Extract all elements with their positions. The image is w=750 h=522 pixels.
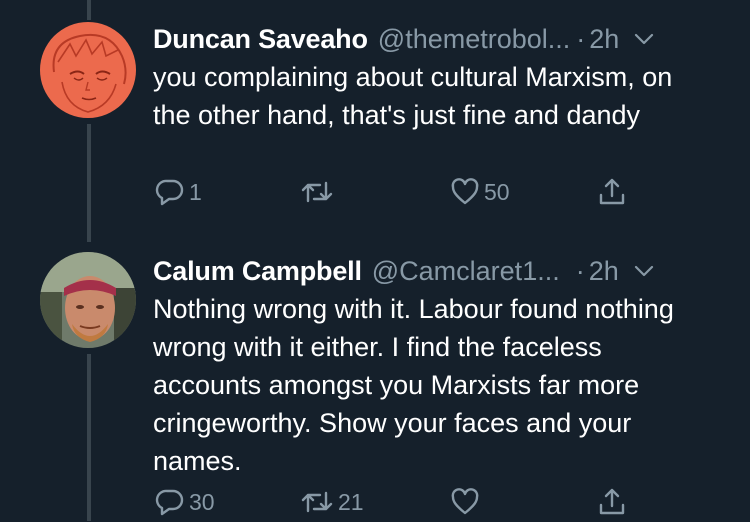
heart-icon (450, 487, 480, 517)
anime-sketch-avatar (40, 22, 136, 118)
separator: · (576, 23, 586, 54)
chevron-down-icon[interactable] (633, 260, 655, 282)
like-button[interactable] (450, 482, 484, 522)
reply-icon (155, 177, 185, 207)
tweet-text: you complaining about cultural Marxism, … (153, 62, 673, 130)
share-button[interactable] (597, 482, 627, 522)
thread-line-top (87, 0, 91, 20)
heart-icon (450, 177, 480, 207)
reply-button[interactable]: 30 (155, 482, 215, 522)
retweet-button[interactable] (300, 172, 338, 212)
username[interactable]: @Camclaret1... (372, 256, 560, 287)
like-button[interactable]: 50 (450, 172, 510, 212)
separator: · (575, 255, 585, 286)
reply-count: 1 (189, 178, 202, 205)
photo-avatar (40, 252, 136, 348)
tweet-header: Calum Campbell @Camclaret1... · 2h (153, 252, 710, 290)
tweet-text: Nothing wrong with it. Labour found noth… (153, 294, 674, 476)
avatar[interactable] (40, 22, 136, 118)
chevron-down-icon[interactable] (633, 28, 655, 50)
avatar[interactable] (40, 252, 136, 348)
retweet-button[interactable]: 21 (300, 482, 364, 522)
share-icon (597, 177, 627, 207)
thread-line-middle (87, 124, 91, 242)
retweet-count: 21 (338, 488, 364, 515)
display-name[interactable]: Calum Campbell (153, 256, 362, 287)
username[interactable]: @themetrobol... (378, 24, 571, 55)
share-icon (597, 487, 627, 517)
retweet-icon (300, 487, 334, 517)
like-count: 50 (484, 178, 510, 205)
reply-button[interactable]: 1 (155, 172, 202, 212)
tweet-header: Duncan Saveaho @themetrobol... · 2h (153, 20, 710, 58)
display-name[interactable]: Duncan Saveaho (153, 24, 368, 55)
thread-line-bottom (87, 354, 91, 521)
reply-icon (155, 487, 185, 517)
reply-count: 30 (189, 488, 215, 515)
retweet-icon (300, 177, 334, 207)
share-button[interactable] (597, 172, 627, 212)
timestamp[interactable]: 2h (589, 24, 619, 55)
timestamp[interactable]: 2h (589, 256, 619, 287)
